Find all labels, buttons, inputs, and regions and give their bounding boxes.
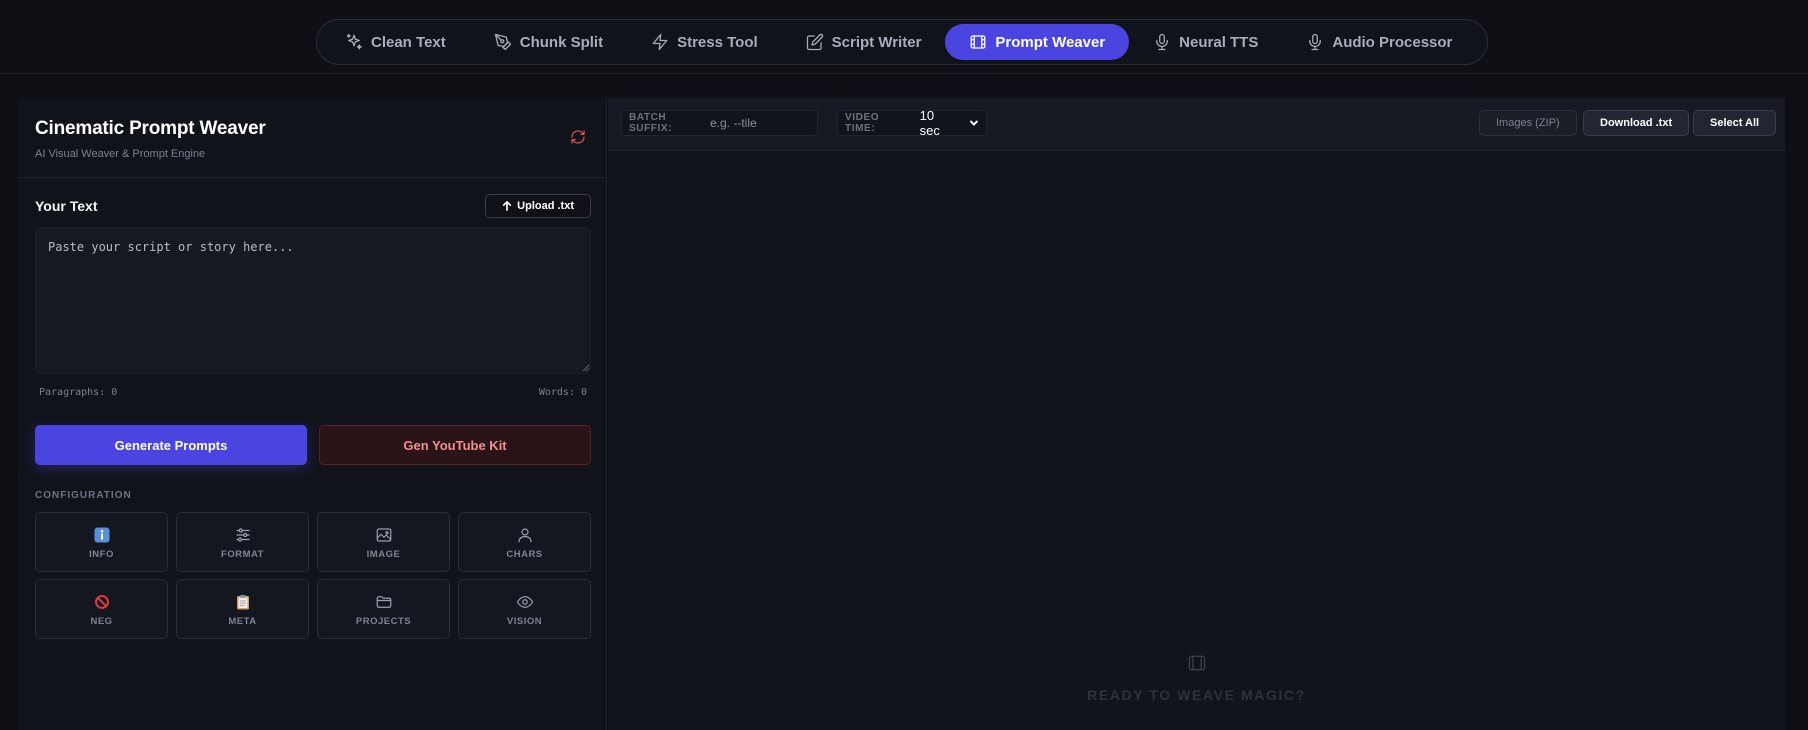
config-meta-button[interactable]: META — [176, 579, 309, 639]
select-all-button[interactable]: Select All — [1693, 110, 1777, 136]
tab-label: Prompt Weaver — [995, 33, 1106, 51]
tab-clean-text[interactable]: Clean Text — [321, 24, 470, 60]
microphone-icon — [1156, 33, 1169, 51]
config-label: NEG — [90, 615, 113, 627]
paragraph-count: Paragraphs: 0 — [39, 387, 118, 398]
config-label: IMAGE — [366, 548, 401, 560]
config-projects-button[interactable]: PROJECTS — [317, 579, 450, 639]
tab-audio-processor[interactable]: Audio Processor — [1282, 24, 1476, 60]
tool-tabs: Clean Text Chunk Split Stress Tool Scrip… — [316, 19, 1488, 65]
tab-label: Clean Text — [371, 33, 446, 51]
page-subtitle: AI Visual Weaver & Prompt Engine — [35, 148, 206, 160]
tab-neural-tts[interactable]: Neural TTS — [1129, 24, 1282, 60]
microphone-icon — [1309, 33, 1322, 51]
script-textarea[interactable] — [35, 227, 591, 374]
config-format-button[interactable]: FORMAT — [176, 512, 309, 572]
film-icon — [1188, 655, 1205, 671]
video-time-value: 10 sec — [919, 108, 940, 138]
video-time-field: VIDEO TIME: 10 sec — [837, 108, 987, 138]
config-info-button[interactable]: INFO — [35, 512, 168, 572]
tab-label: Script Writer — [831, 33, 922, 51]
tab-label: Stress Tool — [677, 33, 758, 51]
text-section-header: Your Text Upload .txt — [35, 194, 591, 218]
pen-nib-icon — [494, 33, 511, 51]
batch-suffix-input[interactable] — [710, 116, 810, 130]
tab-label: Audio Processor — [1332, 33, 1453, 51]
tab-label: Chunk Split — [519, 33, 604, 51]
chevron-down-icon — [970, 120, 979, 126]
empty-state-text: READY TO WEAVE MAGIC? — [1087, 687, 1306, 703]
config-label: FORMAT — [221, 548, 264, 560]
arrow-up-icon — [502, 201, 512, 211]
eye-icon — [515, 592, 535, 612]
tab-chunk-split[interactable]: Chunk Split — [470, 24, 627, 60]
reset-button[interactable] — [568, 127, 588, 147]
config-label: PROJECTS — [355, 615, 412, 627]
batch-suffix-label: BATCH SUFFIX: — [629, 112, 673, 134]
config-label: VISION — [506, 615, 543, 627]
video-time-select[interactable]: 10 sec — [920, 108, 979, 138]
output-panel: BATCH SUFFIX: VIDEO TIME: 10 sec Images … — [608, 98, 1785, 730]
edit-icon — [806, 33, 823, 51]
resize-handle-icon[interactable] — [580, 362, 590, 372]
word-count: Words: 0 — [538, 387, 587, 398]
tab-script-writer[interactable]: Script Writer — [782, 24, 946, 60]
download-txt-button[interactable]: Download .txt — [1583, 110, 1690, 136]
configuration-label: CONFIGURATION — [35, 490, 132, 501]
image-icon — [374, 525, 394, 545]
top-nav-bar: Clean Text Chunk Split Stress Tool Scrip… — [0, 0, 1808, 74]
panel-header: Cinematic Prompt Weaver AI Visual Weaver… — [18, 98, 606, 178]
section-title: Your Text — [35, 198, 98, 214]
config-chars-button[interactable]: CHARS — [458, 512, 591, 572]
input-panel: Cinematic Prompt Weaver AI Visual Weaver… — [18, 98, 607, 730]
config-label: CHARS — [506, 548, 543, 560]
folder-icon — [374, 592, 394, 612]
clipboard-icon — [233, 592, 253, 612]
config-vision-button[interactable]: VISION — [458, 579, 591, 639]
images-zip-button[interactable]: Images (ZIP) — [1479, 110, 1577, 136]
sliders-icon — [233, 525, 253, 545]
upload-txt-button[interactable]: Upload .txt — [485, 194, 591, 218]
empty-state: READY TO WEAVE MAGIC? — [608, 653, 1785, 703]
info-icon — [92, 525, 112, 545]
upload-label: Upload .txt — [517, 200, 574, 212]
tab-label: Neural TTS — [1179, 33, 1259, 51]
config-label: META — [228, 615, 257, 627]
config-label: INFO — [89, 548, 114, 560]
tab-prompt-weaver[interactable]: Prompt Weaver — [945, 24, 1130, 60]
prohibited-icon — [92, 592, 112, 612]
gen-youtube-kit-button[interactable]: Gen YouTube Kit — [319, 425, 591, 465]
config-image-button[interactable]: IMAGE — [317, 512, 450, 572]
user-icon — [515, 525, 535, 545]
refresh-icon — [571, 130, 585, 144]
film-icon — [971, 35, 986, 49]
output-toolbar: BATCH SUFFIX: VIDEO TIME: 10 sec Images … — [608, 98, 1785, 151]
video-time-label: VIDEO TIME: — [845, 112, 880, 134]
batch-suffix-field: BATCH SUFFIX: — [621, 110, 818, 136]
generate-prompts-button[interactable]: Generate Prompts — [35, 425, 307, 465]
page-title: Cinematic Prompt Weaver — [35, 118, 266, 139]
text-counts: Paragraphs: 0 Words: 0 — [39, 387, 587, 398]
sparkles-icon — [346, 33, 362, 50]
configuration-grid: INFO FORMAT IMAGE CHARS NEG META PROJECT… — [35, 512, 591, 639]
tab-stress-tool[interactable]: Stress Tool — [627, 24, 782, 60]
lightning-icon — [652, 33, 668, 51]
config-neg-button[interactable]: NEG — [35, 579, 168, 639]
